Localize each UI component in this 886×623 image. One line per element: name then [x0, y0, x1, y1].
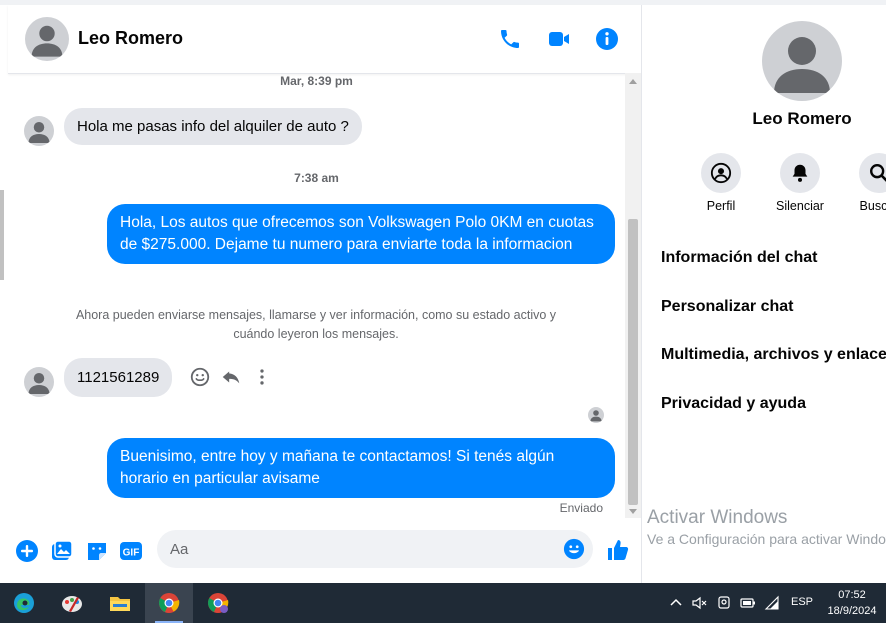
profile-label: Perfil	[706, 199, 736, 213]
sidebar-item-chat-info[interactable]: Información del chat	[661, 249, 817, 267]
contact-avatar[interactable]	[25, 17, 69, 61]
incoming-message[interactable]: 1121561289	[64, 358, 173, 397]
search-label: Buscar	[859, 199, 886, 213]
profile-button[interactable]: Perfil	[681, 153, 761, 213]
taskbar-chrome-active[interactable]	[145, 583, 193, 623]
search-icon	[870, 164, 886, 182]
sidebar-contact-name: Leo Romero	[752, 109, 852, 128]
chat-scrollbar[interactable]	[625, 73, 641, 518]
sender-avatar[interactable]	[24, 367, 54, 397]
clock-time: 07:52	[838, 589, 866, 601]
scroll-thumb[interactable]	[628, 219, 638, 505]
left-scrollbar[interactable]	[0, 190, 4, 280]
chevron-up-icon[interactable]	[668, 595, 684, 611]
clock-date: 18/9/2024	[827, 605, 877, 617]
scroll-up-arrow[interactable]	[629, 79, 637, 84]
mute-label: Silenciar	[776, 199, 824, 213]
chrome-icon	[159, 593, 180, 613]
scroll-down-arrow[interactable]	[629, 509, 637, 514]
emoji-icon[interactable]	[563, 538, 585, 560]
more-icon[interactable]	[251, 366, 273, 388]
gif-icon[interactable]: GIF	[119, 539, 143, 563]
plus-icon[interactable]	[15, 539, 39, 563]
sidebar-avatar[interactable]	[762, 21, 842, 101]
image-icon[interactable]	[50, 539, 74, 563]
composer: GIF	[8, 523, 641, 583]
language-indicator[interactable]: ESP	[791, 596, 813, 608]
system-notice: Ahora pueden enviarse mensajes, llamarse…	[75, 308, 557, 341]
sidebar-item-media[interactable]: Multimedia, archivos y enlaces	[661, 346, 886, 364]
timestamp: 7:38 am	[294, 171, 339, 185]
folder-icon	[110, 597, 130, 611]
sidebar-item-privacy[interactable]: Privacidad y ayuda	[661, 395, 806, 413]
info-icon[interactable]	[595, 27, 619, 51]
svg-text:GIF: GIF	[123, 548, 140, 559]
video-icon[interactable]	[547, 27, 571, 51]
wifi-icon[interactable]	[764, 595, 780, 611]
clock[interactable]: 07:52 18/9/2024	[820, 587, 884, 619]
incoming-message[interactable]: Hola me pasas info del alquiler de auto …	[64, 108, 362, 145]
taskbar-chrome[interactable]	[194, 583, 242, 623]
taskbar-explorer[interactable]	[96, 583, 144, 623]
meet-now-icon[interactable]	[716, 595, 732, 611]
left-edge	[0, 5, 8, 583]
like-icon[interactable]	[606, 538, 630, 562]
taskbar-paint[interactable]	[48, 583, 96, 623]
chat-panel: Leo Romero Mar, 8:39 pm Hola me pasas in…	[8, 5, 641, 583]
mute-button[interactable]: Silenciar	[760, 153, 840, 213]
timestamp: Mar, 8:39 pm	[280, 74, 353, 88]
message-input[interactable]	[157, 530, 593, 568]
taskbar-edge[interactable]	[0, 583, 48, 623]
chrome-profile-icon	[208, 593, 229, 613]
sticker-icon[interactable]	[85, 539, 109, 563]
outgoing-message[interactable]: Buenisimo, entre hoy y mañana te contact…	[107, 438, 615, 498]
sidebar-item-customize[interactable]: Personalizar chat	[661, 298, 794, 316]
info-sidebar: Leo Romero Perfil Silenciar Buscar Infor…	[642, 5, 886, 583]
search-button[interactable]: Buscar	[839, 153, 886, 213]
activation-watermark-text: Ve a Configuración para activar Windows.	[647, 531, 886, 547]
paint-icon	[62, 596, 82, 612]
activation-watermark-title: Activar Windows	[647, 507, 788, 528]
reply-icon[interactable]	[220, 366, 242, 388]
outgoing-message[interactable]: Hola, Los autos que ofrecemos son Volksw…	[107, 204, 615, 264]
taskbar: ESP 07:52 18/9/2024	[0, 583, 886, 623]
smiley-icon[interactable]	[189, 366, 211, 388]
chat-header: Leo Romero	[8, 5, 641, 74]
user-icon	[710, 162, 732, 184]
volume-muted-icon[interactable]	[691, 595, 707, 611]
edge-icon	[14, 593, 34, 613]
contact-name[interactable]: Leo Romero	[78, 28, 183, 49]
sent-status: Enviado	[559, 501, 603, 515]
battery-icon[interactable]	[740, 595, 756, 611]
read-receipt-avatar	[588, 407, 604, 423]
bell-icon	[792, 164, 808, 182]
sender-avatar[interactable]	[24, 116, 54, 146]
phone-icon[interactable]	[498, 27, 522, 51]
